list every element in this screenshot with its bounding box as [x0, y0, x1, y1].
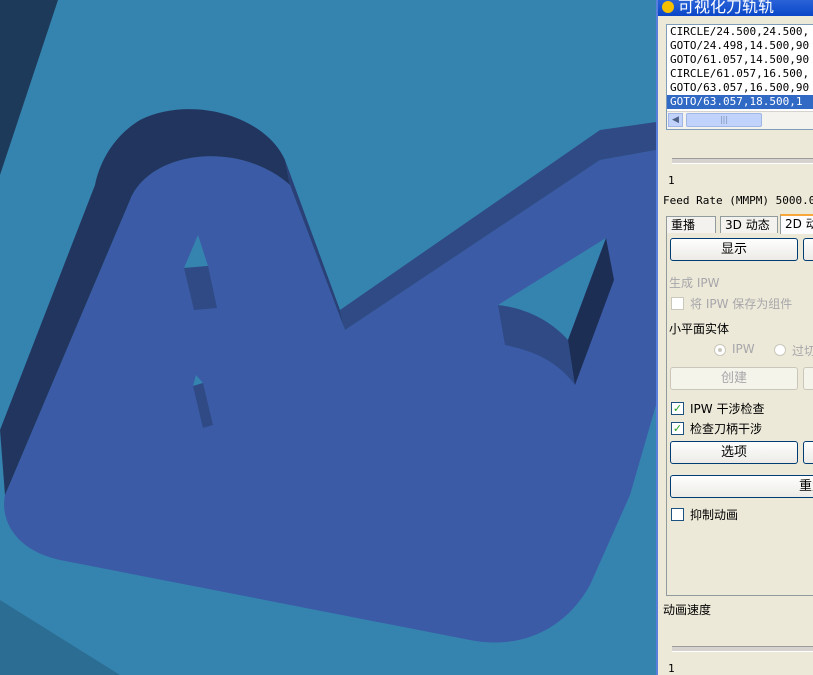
feed-rate-label: Feed Rate (MMPM) 5000.0 [663, 194, 813, 207]
save-ipw-component-checkbox[interactable] [671, 297, 684, 310]
create-button-2[interactable] [803, 367, 813, 390]
facet-solid-label: 小平面实体 [669, 322, 730, 336]
toolpath-line[interactable]: CIRCLE/61.057,16.500, [667, 67, 813, 81]
app-icon [662, 1, 674, 13]
holder-collision-checkbox[interactable]: ✓ [671, 422, 684, 435]
toolpath-line[interactable]: GOTO/61.057,14.500,90 [667, 53, 813, 67]
generate-ipw-label: 生成 IPW [669, 276, 720, 290]
animation-speed-label: 动画速度 [663, 603, 712, 617]
save-ipw-component-label: 将 IPW 保存为组件 [690, 297, 793, 311]
holder-collision-label: 检查刀柄干涉 [690, 422, 763, 436]
suppress-animation-checkbox[interactable] [671, 508, 684, 521]
dialog-titlebar[interactable]: 可视化刀轨轨 [658, 0, 813, 16]
tab-3d-dynamic[interactable]: 3D 动态 [720, 216, 778, 233]
animation-speed-value: 1 [668, 662, 675, 675]
toolpath-line[interactable]: GOTO/63.057,16.500,90 [667, 81, 813, 95]
toolpath-visualization-dialog: 可视化刀轨轨 CIRCLE/24.500,24.500, GOTO/24.498… [656, 0, 813, 675]
tab-replay[interactable]: 重播 [666, 216, 716, 233]
ipw-3d-view [0, 0, 656, 675]
create-button[interactable]: 创建 [670, 367, 798, 390]
scroll-thumb[interactable]: ||| [686, 113, 762, 127]
horizontal-scrollbar[interactable]: ◀ ||| [667, 111, 813, 129]
tab-strip: 重播 3D 动态 2D 动 [666, 214, 813, 234]
overcut-radio[interactable] [774, 344, 786, 356]
ipw-radio-label: IPW [732, 342, 755, 356]
ipw-collision-checkbox[interactable]: ✓ [671, 402, 684, 415]
graphics-viewport[interactable] [0, 0, 656, 675]
ipw-radio[interactable] [714, 344, 726, 356]
step-value: 1 [668, 174, 675, 187]
animation-speed-slider[interactable] [672, 646, 813, 652]
tab-2d-dynamic[interactable]: 2D 动 [780, 214, 813, 234]
scroll-left-icon[interactable]: ◀ [668, 113, 683, 127]
display-button[interactable]: 显示 [670, 238, 798, 261]
overcut-radio-label: 过切 [792, 344, 813, 358]
ipw-collision-label: IPW 干涉检查 [690, 402, 765, 416]
toolpath-line-selected[interactable]: GOTO/63.057,18.500,1 [667, 95, 813, 109]
options-button[interactable]: 选项 [670, 441, 798, 464]
dialog-title: 可视化刀轨轨 [678, 0, 775, 16]
reset-button[interactable]: 重置 [670, 475, 813, 498]
display-button-2[interactable] [803, 238, 813, 261]
options-button-2[interactable] [803, 441, 813, 464]
step-slider[interactable] [672, 158, 813, 164]
toolpath-line[interactable]: GOTO/24.498,14.500,90 [667, 39, 813, 53]
suppress-animation-label: 抑制动画 [690, 508, 739, 522]
toolpath-listing[interactable]: CIRCLE/24.500,24.500, GOTO/24.498,14.500… [666, 24, 813, 130]
toolpath-line[interactable]: CIRCLE/24.500,24.500, [667, 25, 813, 39]
